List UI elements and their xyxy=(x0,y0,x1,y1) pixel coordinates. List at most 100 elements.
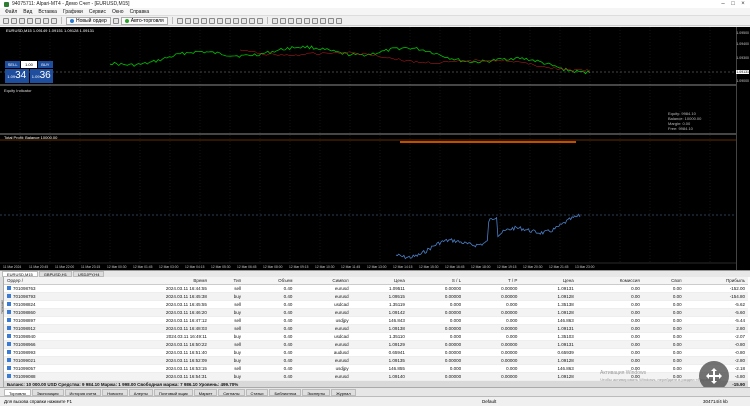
navigator-icon[interactable] xyxy=(35,17,41,24)
column-header[interactable]: T / P xyxy=(464,277,521,285)
arrows-icon[interactable] xyxy=(335,17,342,24)
column-header[interactable]: Цена xyxy=(351,277,408,285)
table-row[interactable]: 701098966 2024.03.11 16:50:22 sell 0.40 euru… xyxy=(4,340,748,349)
menu-insert[interactable]: Вставка xyxy=(35,9,60,15)
chart-shift-icon[interactable] xyxy=(232,17,239,24)
periods-icon[interactable] xyxy=(248,17,255,24)
table-row[interactable]: 701098793 2024.03.11 16:45:38 buy 0.40 eurus… xyxy=(4,292,748,301)
menu-view[interactable]: Вид xyxy=(20,9,35,15)
close-button[interactable]: × xyxy=(738,0,748,8)
table-cell: 0.00 xyxy=(642,324,685,333)
table-row[interactable]: 701098993 2024.03.11 16:51:40 buy 0.40 audus… xyxy=(4,348,748,357)
minimize-button[interactable]: – xyxy=(718,0,728,8)
windows-activation-watermark: Активация Windows xyxy=(600,370,647,376)
price-tick: 1.09300 xyxy=(736,56,749,60)
line-chart-icon[interactable] xyxy=(192,17,199,24)
column-header[interactable]: Комиссия xyxy=(576,277,643,285)
equidistant-channel-icon[interactable] xyxy=(303,17,310,24)
table-cell: 701098966 xyxy=(4,340,92,349)
terminal-tab[interactable]: Новости xyxy=(102,388,128,396)
zoom-out-icon[interactable] xyxy=(208,17,215,24)
terminal-tab[interactable]: Эксперты xyxy=(302,388,331,396)
column-header[interactable]: Прибыль xyxy=(684,277,748,285)
table-cell: 0.40 xyxy=(244,356,296,365)
tester-icon[interactable] xyxy=(51,17,57,24)
buy-price[interactable]: 1.0936 xyxy=(29,69,53,83)
menu-tools[interactable]: Сервис xyxy=(86,9,109,15)
price-scale[interactable]: 1.09500 1.09400 1.09300 1.09131 1.09000 xyxy=(736,27,750,270)
horizontal-line-icon[interactable] xyxy=(287,17,294,24)
terminal-tab[interactable]: Маркет xyxy=(193,388,218,396)
bar-chart-icon[interactable] xyxy=(176,17,183,24)
sell-price[interactable]: 1.0934 xyxy=(5,69,29,83)
main-toolbar: Новый ордер Авто-торговля xyxy=(0,16,750,26)
market-watch-icon[interactable] xyxy=(19,17,25,24)
table-cell: 0.000 xyxy=(464,300,521,309)
terminal-icon[interactable] xyxy=(43,17,49,24)
vertical-line-icon[interactable] xyxy=(279,17,286,24)
toolbar-separator xyxy=(266,17,268,24)
column-header[interactable]: Цена xyxy=(520,277,577,285)
terminal-tab[interactable]: Алерты xyxy=(128,388,153,396)
templates-icon[interactable] xyxy=(256,17,263,24)
terminal-tab[interactable]: История счета xyxy=(64,388,102,396)
text-icon[interactable] xyxy=(319,17,326,24)
table-cell: sell xyxy=(209,316,245,325)
maximize-button[interactable]: □ xyxy=(728,0,738,8)
fibonacci-icon[interactable] xyxy=(311,17,318,24)
metaeditor-icon[interactable] xyxy=(112,17,119,24)
label-icon[interactable] xyxy=(327,17,334,24)
menu-window[interactable]: Окно xyxy=(109,9,127,15)
new-chart-icon[interactable] xyxy=(3,17,9,24)
autotrading-button[interactable]: Авто-торговля xyxy=(120,16,168,25)
zoom-in-icon[interactable] xyxy=(200,17,207,24)
new-order-button[interactable]: Новый ордер xyxy=(66,16,111,25)
table-cell: 1.35119 xyxy=(351,300,408,309)
column-header[interactable]: Время xyxy=(91,277,210,285)
menu-charts[interactable]: Графики xyxy=(60,9,86,15)
indicators-icon[interactable] xyxy=(240,17,247,24)
table-row[interactable]: 701098860 2024.03.11 16:46:20 buy 0.40 eurus… xyxy=(4,308,748,317)
table-row[interactable]: 701099021 2024.03.11 16:52:09 buy 0.40 eurus… xyxy=(4,356,748,365)
candlestick-icon[interactable] xyxy=(184,17,191,24)
table-cell: 0.00000 xyxy=(464,348,521,357)
time-tick-label: 12 Mar 16:45 xyxy=(445,265,465,269)
crosshair-icon[interactable] xyxy=(271,17,278,24)
time-tick-label: 12 Mar 19:15 xyxy=(497,265,517,269)
table-row[interactable]: 701098912 2024.03.11 16:48:03 sell 0.40 euru… xyxy=(4,324,748,333)
sell-button[interactable]: SELL xyxy=(5,61,21,68)
table-row[interactable]: 701098763 2024.03.11 16:44:55 sell 0.40 euru… xyxy=(4,284,748,293)
table-row[interactable]: 701098940 2024.03.11 16:49:11 buy 0.40 usdca… xyxy=(4,332,748,341)
terminal-tab[interactable]: Журнал xyxy=(331,388,356,396)
terminal-tab[interactable]: Почтовый ящик xyxy=(153,388,193,396)
column-header[interactable]: Объем xyxy=(244,277,296,285)
autoscroll-icon[interactable] xyxy=(224,17,231,24)
column-header[interactable]: Символ xyxy=(295,277,352,285)
column-header[interactable]: Своп xyxy=(642,277,685,285)
table-cell: 0.00 xyxy=(642,316,685,325)
table-cell: 1.09129 xyxy=(351,340,408,349)
terminal-tab[interactable]: Статьи xyxy=(245,388,269,396)
terminal-tab[interactable]: Экспозиция xyxy=(31,388,64,396)
chart-window[interactable]: EURUSD,M15 1.09149 1.09151 1.09128 1.091… xyxy=(0,27,750,270)
table-row[interactable]: 701098824 2024.03.11 16:45:55 sell 0.40 usdc… xyxy=(4,300,748,309)
column-header[interactable]: Ордер / xyxy=(4,277,92,285)
table-row[interactable]: 701098897 2024.03.11 16:47:12 sell 0.40 usdj… xyxy=(4,316,748,325)
tile-windows-icon[interactable] xyxy=(216,17,223,24)
terminal-tab[interactable]: Торговля xyxy=(4,388,31,396)
trendline-icon[interactable] xyxy=(295,17,302,24)
table-cell: 0.00000 xyxy=(464,284,521,293)
buy-button[interactable]: BUY xyxy=(37,61,53,68)
data-window-icon[interactable] xyxy=(27,17,33,24)
profiles-icon[interactable] xyxy=(11,17,17,24)
terminal-tab[interactable]: Сигналы xyxy=(218,388,245,396)
menu-file[interactable]: Файл xyxy=(2,9,20,15)
table-cell: 0.00000 xyxy=(464,324,521,333)
column-header[interactable]: Тип xyxy=(209,277,245,285)
terminal-tab[interactable]: Библиотека xyxy=(269,388,302,396)
column-header[interactable]: S / L xyxy=(407,277,465,285)
info-free-margin: Free: 9984.10 xyxy=(668,126,693,131)
lot-size-input[interactable]: 1.00 xyxy=(21,61,37,68)
menu-help[interactable]: Справка xyxy=(127,9,153,15)
table-cell: 0.000 xyxy=(407,332,465,341)
